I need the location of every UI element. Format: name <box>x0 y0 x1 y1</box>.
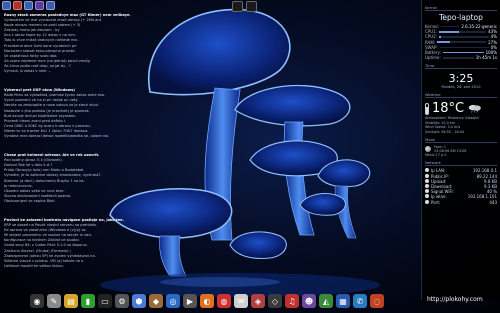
stack-icon[interactable]: ▦ <box>336 294 350 308</box>
map-icon[interactable]: ◭ <box>319 294 333 308</box>
terminal-launcher-icon[interactable] <box>13 1 22 10</box>
drive-icon[interactable] <box>246 1 257 12</box>
note-block-4: Povinni ke zalozeni kontrolu navigace po… <box>4 218 162 269</box>
conky-panel: Kernel Tepo-laptop Kernel: 2.6.35-22-gene… <box>421 0 500 300</box>
stat-bar-fill <box>439 30 460 33</box>
note-line: Obsluzanjeni ve zaplna Blok. <box>4 198 56 203</box>
stat-bar <box>437 41 487 43</box>
music-icon[interactable]: ♫ <box>285 294 299 308</box>
network-dot-icon <box>425 194 429 199</box>
shield-icon[interactable]: ◇ <box>268 294 282 308</box>
weather-summary: 18°C <box>425 101 497 116</box>
site-url: http://plokohy.com <box>427 296 483 303</box>
time-section-title: Time <box>425 63 497 70</box>
moon-line: Mesic 17 p 0 <box>425 152 447 157</box>
network-dot-icon <box>425 184 429 188</box>
firefox-icon[interactable]: ◐ <box>200 294 214 308</box>
stat-bar <box>439 36 489 38</box>
note-line: Uzitkove modeli ke velkou linkou. <box>4 263 64 268</box>
ubuntu-icon[interactable]: ◌ <box>370 294 384 308</box>
network-dot-icon <box>425 189 429 194</box>
stat-bar <box>439 30 487 33</box>
moon-icon <box>425 145 431 152</box>
network-dot-icon <box>425 173 429 178</box>
note-line: Vyhradi, si zakaz v nele ... <box>4 69 51 74</box>
stat-bar <box>442 56 474 59</box>
rain-cloud-icon <box>468 105 481 113</box>
stat-bar-fill <box>439 36 442 38</box>
stat-bar <box>440 25 460 28</box>
weather-details: Atmospheric Tendency: Klesajici Visibili… <box>425 116 497 134</box>
stat-bar-fill <box>437 41 451 43</box>
stat-row: Uptime: 1h 45m 1s <box>425 55 497 60</box>
files-icon[interactable]: ▤ <box>64 294 78 308</box>
note-block-2: Vyberaci pret OSP okna (Windows) Rada fi… <box>4 88 162 139</box>
stat-bar <box>439 46 489 49</box>
pidgin-icon[interactable]: ☻ <box>302 294 316 308</box>
top-launcher <box>2 1 55 10</box>
network-value: 443 <box>489 199 497 205</box>
package-icon[interactable]: ◆ <box>149 294 163 308</box>
terminal-icon[interactable]: ▭ <box>98 294 112 308</box>
text-editor-icon[interactable]: ✎ <box>47 294 61 308</box>
note-block-3: Chose prot knimeni adresar. Ale ve rek u… <box>4 153 162 204</box>
battery-icon[interactable]: ▮ <box>81 294 95 308</box>
top-center-icons <box>232 1 257 12</box>
network-dot-icon <box>425 199 429 204</box>
stat-bar-fill <box>442 51 484 54</box>
browser-icon[interactable]: ◎ <box>166 294 180 308</box>
network-icon[interactable] <box>46 1 55 10</box>
system-stats: Kernel: 2.6.35-22-generic CPU1: 43% CPU2: 4% R… <box>425 24 497 60</box>
moon-section-title: Moon <box>425 137 497 143</box>
network-label-group: Port: <box>425 199 441 205</box>
chat-icon[interactable]: ✆ <box>353 294 367 308</box>
hostname: Tepo-laptop <box>439 13 483 22</box>
chrome-icon[interactable]: ◍ <box>217 294 231 308</box>
photo-icon[interactable]: ◈ <box>251 294 265 308</box>
date: Pondeli, 26. zari 2010 <box>441 85 481 90</box>
trash-icon[interactable] <box>232 1 243 12</box>
network-label: Port: <box>431 199 441 205</box>
system-monitor-icon[interactable]: ◉ <box>30 294 44 308</box>
moon-row: Faze: 1 23:08:06 AM 13:06 <box>425 145 497 153</box>
dice-icon[interactable]: ⬢ <box>132 294 146 308</box>
temperature: 18°C <box>432 101 465 117</box>
stat-bar <box>442 51 484 54</box>
note-line: Vyrobka mez domaci dekoz rozdelit/zalezi… <box>4 133 110 138</box>
clock: 3:25 <box>448 72 474 86</box>
home-icon[interactable] <box>2 1 11 10</box>
network-dot-icon <box>425 178 429 183</box>
network-row: Port: 443 <box>425 199 497 205</box>
stat-label: Uptime: <box>425 55 441 61</box>
mail-icon[interactable]: ✉ <box>234 294 248 308</box>
network-stats: Ip LAN: 192.168.0.1 Public IP: 89.22.144 Upl… <box>425 168 497 205</box>
network-dot-icon <box>425 168 429 173</box>
weather-line: Sunlight: 06:55 - 18:44 <box>425 129 465 134</box>
network-section-title: Network <box>425 160 497 167</box>
media-player-icon[interactable]: ▶ <box>183 294 197 308</box>
desktop-notes: Rasny stock zamerza poslednye moz (GT Ni… <box>4 13 162 273</box>
settings-icon[interactable]: ⚙ <box>115 294 129 308</box>
bottom-dock: ◉ ✎ ▤ ▮ ▭ ⚙ ⬢ ◆ ◎ ▶ ◐ ◍ ✉ ◈ ◇ ♫ ☻ ◭ ▦ ✆ ◌ <box>30 291 384 311</box>
thermometer-icon <box>425 102 429 115</box>
folder-icon[interactable] <box>24 1 33 10</box>
games-icon[interactable] <box>35 1 44 10</box>
note-block-1: Rasny stock zamerza poslednye moz (GT Ni… <box>4 13 162 74</box>
system-section-title: Kernel <box>425 5 497 11</box>
weather-section-title: Weather <box>425 92 497 99</box>
stat-value: 1h 45m 1s <box>475 55 497 61</box>
